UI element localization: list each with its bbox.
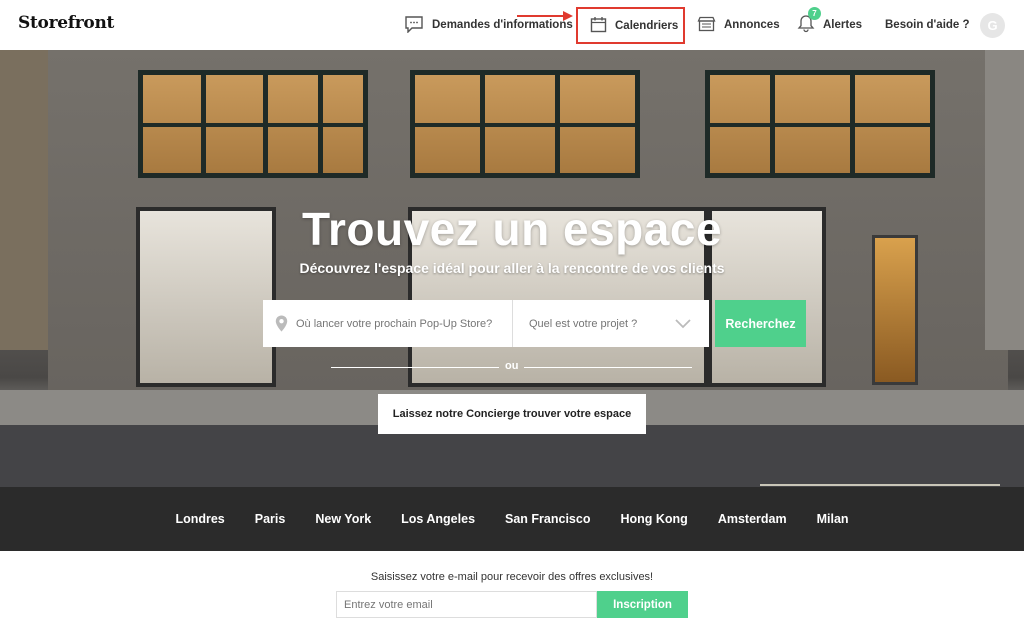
chat-bubble-icon [404,15,424,36]
subscribe-button[interactable]: Inscription [597,591,688,618]
location-field[interactable] [263,300,513,347]
hero-background-window [410,70,640,178]
divider [524,367,692,368]
or-separator: ou [505,360,519,372]
email-field[interactable] [336,591,597,618]
nav-alerts-label: Alertes [823,19,862,31]
nav-requests[interactable]: Demandes d'informations [404,0,573,50]
location-pin-icon [275,315,288,332]
city-link-milan[interactable]: Milan [817,512,849,526]
concierge-button[interactable]: Laissez notre Concierge trouver votre es… [378,394,646,434]
hero-section: Trouvez un espace Découvrez l'espace idé… [0,50,1024,487]
hero-title: Trouvez un espace [301,203,723,255]
hero-background-window [705,70,935,178]
city-link-paris[interactable]: Paris [255,512,286,526]
city-link-hong-kong[interactable]: Hong Kong [620,512,687,526]
search-button[interactable]: Recherchez [715,300,806,347]
hero-subtitle: Découvrez l'espace idéal pour aller à la… [299,260,725,276]
nav-help[interactable]: Besoin d'aide ? [885,0,970,50]
hero-background-road-line [760,484,1000,486]
nav-requests-label: Demandes d'informations [432,19,573,31]
hero-background-door [872,235,918,385]
project-input[interactable] [529,317,675,330]
city-link-san-francisco[interactable]: San Francisco [505,512,590,526]
nav-listings[interactable]: Annonces [697,0,780,50]
hero-background-road [0,425,1024,487]
listing-icon [697,16,716,35]
bell-icon: 7 [797,7,821,36]
nav-alerts[interactable]: 7 Alertes [797,0,862,50]
chevron-down-icon [675,318,691,329]
city-link-amsterdam[interactable]: Amsterdam [718,512,787,526]
avatar[interactable]: G [980,13,1005,38]
hero-background-window [138,70,368,178]
divider [331,367,499,368]
top-navbar: Storefront Demandes d'informations Calen… [0,0,1024,50]
location-input[interactable] [296,317,512,330]
storefront-logo[interactable]: Storefront [18,13,114,33]
city-link-londres[interactable]: Londres [175,512,224,526]
newsletter-label: Saisissez votre e-mail pour recevoir des… [370,571,654,583]
nav-calendars-label: Calendriers [615,19,679,32]
hero-background-building [985,50,1024,350]
search-box [263,300,709,347]
city-link-los-angeles[interactable]: Los Angeles [401,512,475,526]
alerts-count-badge: 7 [808,7,821,20]
city-link-new-york[interactable]: New York [315,512,371,526]
nav-calendars[interactable]: Calendriers [576,7,685,44]
project-select[interactable] [513,300,709,347]
cities-bar: Londres Paris New York Los Angeles San F… [0,487,1024,551]
nav-listings-label: Annonces [724,19,780,31]
hero-background-building [0,50,48,350]
calendar-icon [590,16,607,36]
